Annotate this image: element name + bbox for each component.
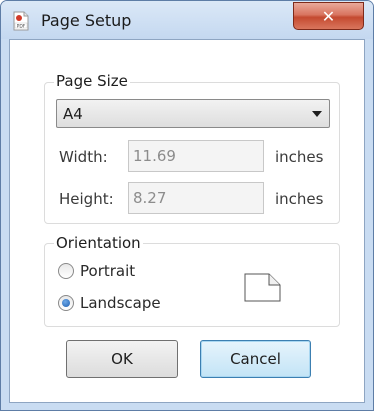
page-setup-dialog: PDF Page Setup ✕ Page Size A4 Width: inc… — [0, 0, 374, 411]
ok-button[interactable]: OK — [66, 340, 178, 378]
page-size-selected: A4 — [63, 105, 83, 123]
close-icon: ✕ — [321, 6, 336, 26]
landscape-label[interactable]: Landscape — [80, 294, 161, 312]
cancel-button[interactable]: Cancel — [200, 340, 311, 378]
orientation-legend: Orientation — [54, 234, 143, 252]
close-button[interactable]: ✕ — [293, 2, 364, 30]
svg-text:PDF: PDF — [17, 23, 26, 29]
landscape-page-icon — [244, 273, 281, 302]
width-field[interactable] — [128, 140, 264, 172]
height-unit: inches — [275, 190, 324, 208]
dialog-body: Page Size A4 Width: inches Height: inche… — [9, 39, 365, 403]
height-label: Height: — [59, 190, 114, 208]
portrait-radio[interactable] — [58, 263, 74, 279]
height-field[interactable] — [128, 182, 264, 214]
landscape-radio[interactable] — [58, 295, 74, 311]
chevron-down-icon — [312, 111, 322, 117]
page-size-select[interactable]: A4 — [56, 99, 330, 128]
orientation-group — [44, 243, 340, 327]
width-label: Width: — [59, 148, 108, 166]
title-bar[interactable]: PDF Page Setup ✕ — [1, 1, 373, 39]
page-size-legend: Page Size — [54, 72, 130, 90]
pdf-app-icon: PDF — [13, 11, 29, 31]
window-title: Page Setup — [41, 11, 132, 30]
width-unit: inches — [275, 148, 324, 166]
portrait-label[interactable]: Portrait — [80, 262, 135, 280]
